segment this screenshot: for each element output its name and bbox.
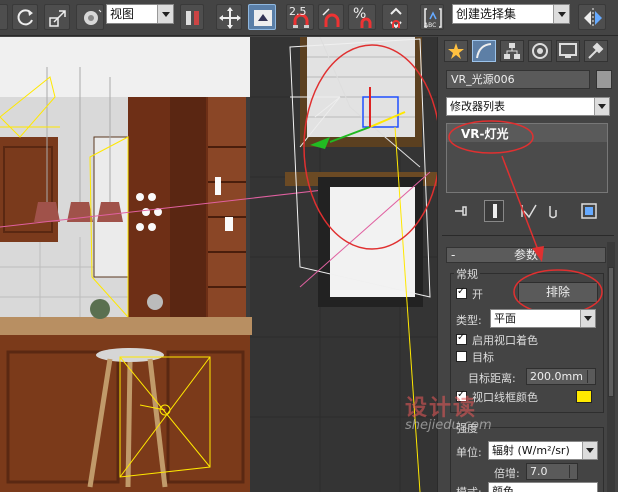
viewport-wire-color-swatch[interactable] bbox=[576, 390, 592, 403]
reference-coordinate-icon[interactable] bbox=[76, 4, 104, 30]
multiplier-label: 倍增: bbox=[494, 467, 520, 480]
scene-render bbox=[0, 37, 437, 492]
enable-viewport-shading-label: 启用视口着色 bbox=[472, 334, 538, 347]
object-color-swatch[interactable] bbox=[596, 70, 612, 89]
percent-snap-icon[interactable]: % bbox=[348, 4, 376, 30]
tab-utilities[interactable] bbox=[584, 40, 608, 62]
pivot-center-icon[interactable] bbox=[180, 4, 204, 30]
chevron-down-icon[interactable] bbox=[580, 310, 595, 327]
target-distance-label: 目标距离: bbox=[468, 372, 516, 385]
panel-scrollbar-thumb[interactable] bbox=[608, 267, 614, 397]
on-checkbox[interactable] bbox=[456, 286, 467, 299]
on-label: 开 bbox=[472, 288, 483, 301]
type-value: 平面 bbox=[494, 312, 516, 325]
percent-label: % bbox=[353, 6, 367, 22]
angle-snap-icon[interactable] bbox=[318, 4, 344, 30]
abc-label: ABC bbox=[424, 22, 437, 29]
annotation-arrow bbox=[501, 155, 544, 262]
tab-modify[interactable] bbox=[472, 40, 496, 62]
viewport-coordinate-select[interactable]: 视图 bbox=[106, 4, 174, 24]
units-value: 辐射 (W/m²/sr) bbox=[492, 444, 570, 457]
mode-dropdown[interactable]: 颜色 bbox=[488, 482, 598, 492]
chevron-down-icon[interactable] bbox=[553, 5, 569, 23]
general-group-label: 常规 bbox=[454, 266, 480, 282]
units-label: 单位: bbox=[456, 446, 482, 459]
target-distance-spinner[interactable]: 200.0mm bbox=[526, 368, 596, 385]
named-selection-placeholder: 创建选择集 bbox=[456, 7, 517, 21]
refresh-icon[interactable] bbox=[12, 4, 38, 30]
type-dropdown[interactable]: 平面 bbox=[490, 309, 596, 328]
select-and-manipulate-icon[interactable] bbox=[216, 4, 242, 30]
multiplier-spinner[interactable]: 7.0 bbox=[526, 463, 578, 480]
named-selection-set-select[interactable]: 创建选择集 bbox=[452, 4, 570, 24]
main-toolbar: 视图 2.5 % ABC 创建选择集 bbox=[0, 0, 618, 36]
snap-toggle-icon[interactable]: 2.5 bbox=[286, 4, 314, 30]
toolbar-edge-handle[interactable] bbox=[0, 4, 8, 30]
keyboard-shortcut-override-icon[interactable] bbox=[248, 4, 276, 30]
tab-hierarchy[interactable] bbox=[500, 40, 524, 62]
type-label: 类型: bbox=[456, 314, 482, 327]
perspective-viewport[interactable] bbox=[0, 37, 437, 492]
tab-create[interactable] bbox=[444, 40, 468, 62]
targeted-checkbox[interactable] bbox=[456, 351, 467, 362]
units-dropdown[interactable]: 辐射 (W/m²/sr) bbox=[488, 441, 598, 460]
spinner-snap-icon[interactable] bbox=[382, 4, 408, 30]
targeted-label: 目标 bbox=[472, 351, 494, 364]
intensity-group-label: 强度 bbox=[454, 420, 480, 436]
mirror-icon[interactable] bbox=[578, 4, 606, 30]
viewport-wire-color-label: 视口线框颜色 bbox=[472, 391, 538, 404]
tab-motion[interactable] bbox=[528, 40, 552, 62]
collapse-icon: - bbox=[451, 248, 456, 262]
modifier-list-label: 修改器列表 bbox=[450, 100, 505, 113]
viewport-wire-color-checkbox[interactable] bbox=[456, 389, 467, 402]
mode-value: 颜色 bbox=[492, 485, 514, 492]
tab-display[interactable] bbox=[556, 40, 580, 62]
scale-icon[interactable] bbox=[44, 4, 70, 30]
pin-stack-icon[interactable] bbox=[452, 202, 470, 220]
chevron-down-icon[interactable] bbox=[594, 98, 609, 115]
object-name-field[interactable]: VR_光源006 bbox=[446, 70, 590, 89]
configure-modifier-sets-icon[interactable] bbox=[580, 202, 598, 220]
edit-named-selection-icon[interactable]: ABC bbox=[420, 4, 444, 30]
snap-value-label: 2.5 bbox=[289, 5, 307, 18]
chevron-down-icon[interactable] bbox=[582, 442, 597, 459]
enable-viewport-shading-checkbox[interactable] bbox=[456, 332, 467, 345]
mode-label: 模式: bbox=[456, 484, 482, 492]
chevron-down-icon[interactable] bbox=[157, 5, 173, 23]
viewport-select-value: 视图 bbox=[110, 7, 135, 21]
